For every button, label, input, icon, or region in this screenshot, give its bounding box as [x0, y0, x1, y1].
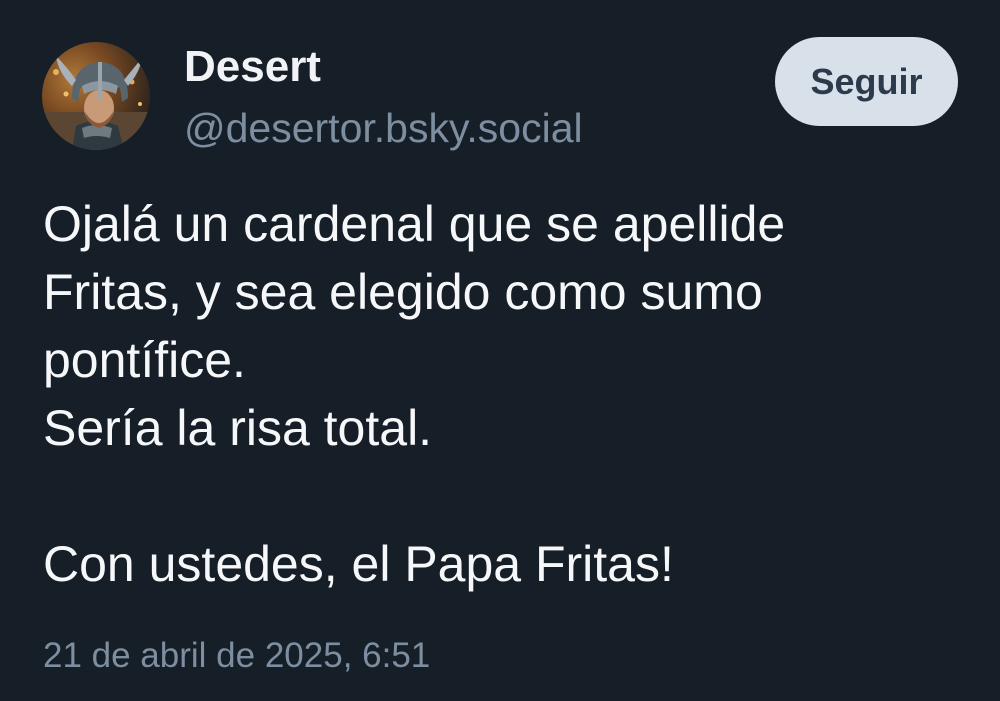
- post-text: Ojalá un cardenal que se apellide Fritas…: [43, 190, 973, 598]
- post-text-line: Fritas, y sea elegido como sumo: [43, 264, 763, 320]
- post-text-line: Sería la risa total.: [43, 400, 433, 456]
- avatar[interactable]: [42, 42, 150, 150]
- post-timestamp[interactable]: 21 de abril de 2025, 6:51: [43, 632, 430, 680]
- post-text-line: pontífice.: [43, 332, 246, 388]
- post-text-line: Con ustedes, el Papa Fritas!: [43, 536, 674, 592]
- post-card: Desert @desertor.bsky.social Seguir Ojal…: [0, 0, 1000, 701]
- follow-button[interactable]: Seguir: [775, 37, 958, 126]
- author-display-name[interactable]: Desert: [184, 40, 321, 94]
- post-text-line: Ojalá un cardenal que se apellide: [43, 196, 786, 252]
- author-handle[interactable]: @desertor.bsky.social: [184, 101, 583, 155]
- helmeted-warrior-avatar-icon: [42, 56, 150, 150]
- post-text-blank-line: [43, 462, 973, 530]
